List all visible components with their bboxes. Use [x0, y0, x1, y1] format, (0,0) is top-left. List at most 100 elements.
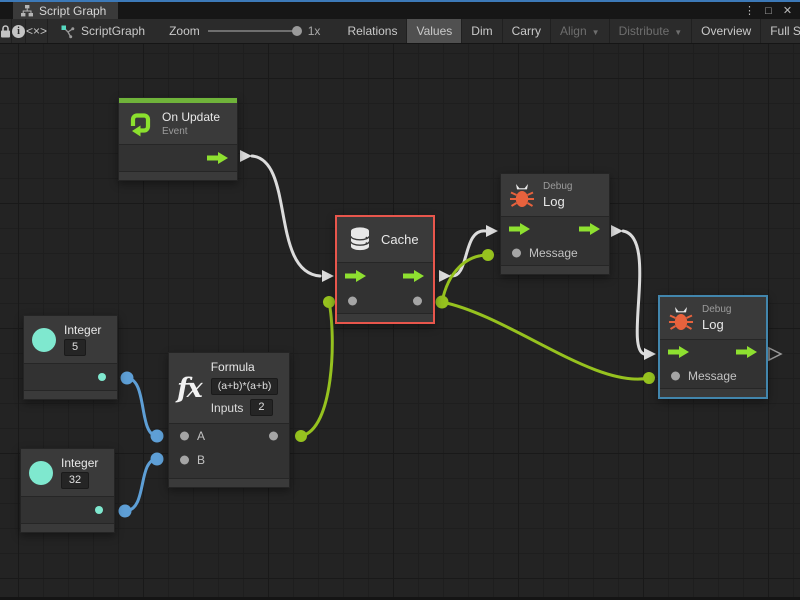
node-header: Cache	[337, 217, 433, 263]
flow-port-row	[337, 263, 433, 289]
input-b-row: B	[169, 448, 289, 472]
node-integer-1[interactable]: Integer 5	[23, 315, 118, 400]
database-icon	[347, 226, 373, 253]
node-title: Integer	[61, 456, 98, 470]
port-label: B	[197, 453, 205, 467]
wire-cache-to-debug2-message	[442, 302, 649, 379]
inputs-count-field[interactable]: 2	[250, 399, 272, 416]
carry-button[interactable]: Carry	[503, 19, 551, 43]
distribute-button[interactable]: Distribute ▼	[610, 19, 693, 43]
info-icon: i	[12, 25, 25, 38]
value-port-row	[24, 364, 117, 390]
graph-name: ScriptGraph	[81, 24, 145, 38]
align-button[interactable]: Align ▼	[551, 19, 610, 43]
node-footer	[337, 313, 433, 322]
node-title: On Update	[162, 110, 220, 124]
flow-input-port[interactable]	[345, 270, 367, 283]
input-a-port[interactable]	[180, 432, 189, 441]
node-header: fx Formula (a+b)*(a+b) Inputs 2	[169, 353, 289, 424]
node-title: Integer	[64, 323, 101, 337]
value-port-row	[21, 497, 114, 523]
dim-button[interactable]: Dim	[462, 19, 502, 43]
value-output-port[interactable]	[95, 506, 103, 514]
flow-input-port[interactable]	[509, 223, 531, 236]
node-header: Debug Log	[660, 297, 766, 340]
zoom-label: Zoom	[169, 24, 200, 38]
code-preview-button[interactable]: <×>	[26, 19, 48, 43]
flow-output-port[interactable]	[736, 346, 758, 359]
node-integer-2[interactable]: Integer 32	[20, 448, 115, 533]
bug-icon	[509, 182, 535, 209]
node-header: Integer 32	[21, 449, 114, 497]
wire-end-dot	[295, 430, 307, 442]
wire-debug1-to-debug2	[623, 231, 644, 354]
node-header: Debug Log	[501, 174, 609, 217]
window-menu-icon[interactable]: ⋮	[741, 4, 758, 17]
relations-button[interactable]: Relations	[338, 19, 407, 43]
fullscreen-button[interactable]: Full Screen	[761, 19, 800, 43]
port-label: A	[197, 429, 205, 443]
chevron-down-icon: ▼	[592, 28, 600, 37]
result-output-port[interactable]	[269, 432, 278, 441]
zoom-control: Zoom 1x	[169, 19, 338, 43]
fx-icon: fx	[177, 375, 203, 402]
lock-icon	[0, 25, 11, 38]
wire-end-dot	[436, 296, 449, 309]
node-header: On Update Event	[119, 103, 237, 145]
flow-output-port[interactable]	[207, 152, 229, 165]
wire-cache-to-debug1	[451, 231, 486, 276]
info-button[interactable]: i	[12, 19, 26, 43]
graph-canvas[interactable]: On Update Event Cache	[0, 44, 800, 597]
value-output-port[interactable]	[98, 373, 106, 381]
node-subtitle: Event	[162, 126, 220, 137]
zoom-value: 1x	[308, 24, 329, 38]
maximize-icon[interactable]: □	[760, 5, 777, 17]
node-debug-log-2[interactable]: Debug Log Message	[658, 295, 768, 399]
node-on-update[interactable]: On Update Event	[118, 97, 238, 181]
message-input-port[interactable]	[512, 249, 521, 258]
flow-input-port[interactable]	[668, 346, 690, 359]
wire-onupdate-to-cache	[252, 156, 320, 276]
message-input-port[interactable]	[671, 372, 680, 381]
input-b-port[interactable]	[180, 456, 189, 465]
value-input-port[interactable]	[348, 297, 357, 306]
overview-button[interactable]: Overview	[692, 19, 761, 43]
wire-end-dot	[151, 430, 164, 443]
wire-end-dot	[643, 372, 655, 384]
node-formula[interactable]: fx Formula (a+b)*(a+b) Inputs 2 A B	[168, 352, 290, 488]
wire-end-dot	[119, 505, 132, 518]
node-footer	[169, 478, 289, 487]
flow-arrowhead	[322, 270, 334, 282]
values-button[interactable]: Values	[407, 19, 462, 43]
wire-cache-to-debug1-message	[442, 255, 488, 302]
flow-output-port[interactable]	[403, 270, 425, 283]
zoom-slider[interactable]	[208, 30, 300, 32]
port-label: Message	[529, 246, 578, 260]
wire-integer2-to-formula-b	[125, 459, 157, 511]
graph-picker[interactable]: ScriptGraph	[48, 19, 159, 43]
node-cache[interactable]: Cache	[335, 215, 435, 324]
flow-arrowhead	[486, 225, 498, 237]
zoom-slider-handle[interactable]	[292, 26, 302, 36]
integer-type-icon	[29, 461, 53, 485]
value-port-row: Message	[660, 364, 766, 388]
tab-script-graph[interactable]: Script Graph	[13, 2, 118, 19]
formula-expression-field[interactable]: (a+b)*(a+b)	[211, 378, 279, 395]
integer-value-field[interactable]: 32	[61, 472, 89, 489]
flow-port-row	[660, 340, 766, 364]
node-debug-log-1[interactable]: Debug Log Message	[500, 173, 610, 275]
value-output-port[interactable]	[413, 297, 422, 306]
lock-button[interactable]	[0, 19, 12, 43]
unconnected-flow-arrowhead	[769, 348, 781, 360]
tab-title: Script Graph	[39, 4, 106, 18]
graph-icon	[21, 5, 33, 17]
close-icon[interactable]: ✕	[779, 4, 796, 17]
node-footer	[21, 523, 114, 532]
flow-arrowhead	[611, 225, 623, 237]
node-kind: Debug	[543, 181, 572, 192]
wire-end-dot	[323, 296, 335, 308]
integer-value-field[interactable]: 5	[64, 339, 86, 356]
node-title: Log	[702, 317, 731, 332]
flow-output-port[interactable]	[579, 223, 601, 236]
inputs-label: Inputs	[211, 401, 244, 415]
